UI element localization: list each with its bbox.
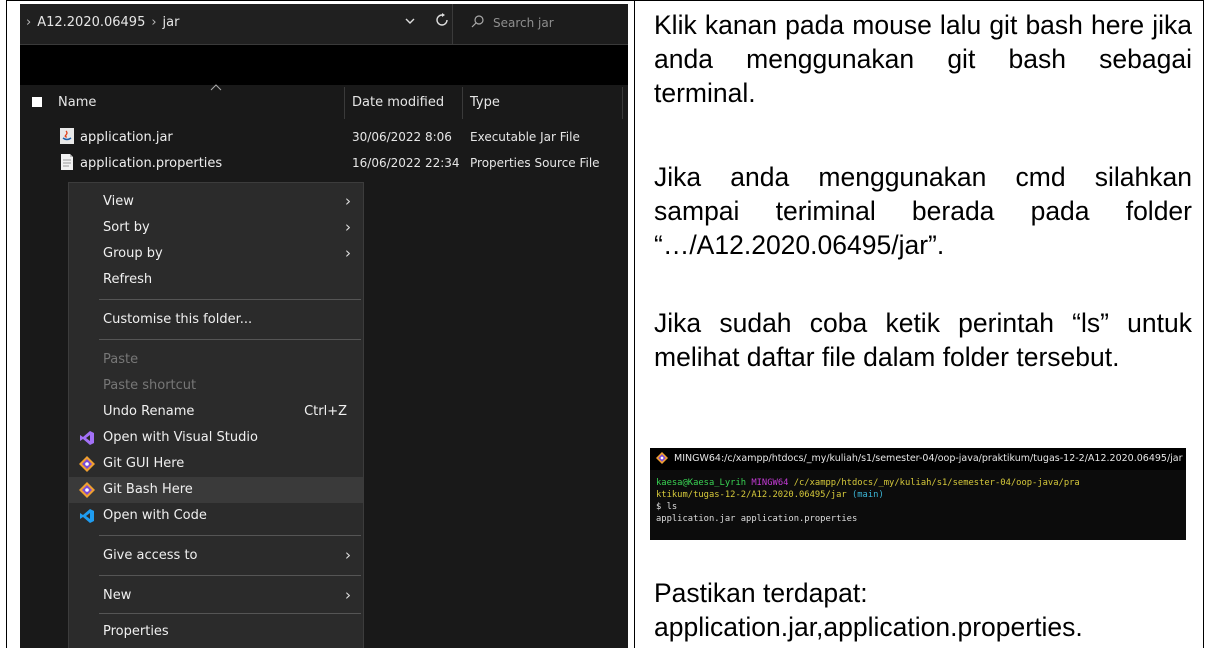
instruction-paragraph-3: Jika sudah coba ketik perintah “ls” untu… — [654, 308, 1192, 372]
column-header: Name Date modified Type — [20, 83, 628, 121]
menu-item-refresh[interactable]: Refresh — [69, 267, 363, 293]
breadcrumb-chevron-icon: › — [26, 15, 32, 30]
breadcrumb-folder[interactable]: A12.2020.06495 — [37, 15, 145, 30]
menu-item-view[interactable]: View › — [69, 189, 363, 215]
file-row[interactable]: application.jar — [60, 128, 173, 145]
file-date: 30/06/2022 8:06 — [352, 130, 452, 144]
chevron-right-icon: › — [345, 218, 351, 236]
terminal-prompt-line-2: ktikum/tugas-12-2/A12.2020.06495/jar (ma… — [656, 490, 884, 500]
chevron-right-icon: › — [345, 244, 351, 262]
terminal-env: MINGW64 — [751, 478, 789, 488]
menu-separator — [99, 535, 361, 536]
menu-item-git-gui[interactable]: Git GUI Here — [69, 451, 363, 477]
file-date: 16/06/2022 22:34 — [352, 156, 460, 170]
menu-item-open-visual-studio[interactable]: Open with Visual Studio — [69, 425, 363, 451]
column-divider[interactable] — [344, 87, 345, 119]
menu-item-new[interactable]: New › — [69, 583, 363, 609]
chevron-right-icon: › — [345, 192, 351, 210]
menu-separator — [99, 575, 361, 576]
file-name[interactable]: application.properties — [80, 156, 222, 171]
file-name[interactable]: application.jar — [80, 130, 173, 145]
column-name[interactable]: Name — [58, 95, 96, 110]
git-icon — [79, 456, 95, 472]
chevron-down-icon[interactable] — [404, 15, 416, 30]
menu-item-group-by[interactable]: Group by › — [69, 241, 363, 267]
chevron-right-icon: › — [345, 586, 351, 604]
terminal-path-cont: ktikum/tugas-12-2/A12.2020.06495/jar — [656, 490, 847, 500]
java-jar-icon — [60, 128, 74, 144]
menu-separator — [99, 613, 361, 614]
terminal-user: kaesa@Kaesa_Lyrih — [656, 478, 747, 488]
column-divider[interactable] — [622, 87, 623, 119]
table-divider — [634, 0, 635, 648]
explorer-screenshot: › A12.2020.06495 › jar Search jar Name Date… — [20, 4, 628, 648]
menu-item-paste-shortcut: Paste shortcut — [103, 378, 197, 393]
breadcrumb[interactable]: › A12.2020.06495 › jar — [26, 15, 179, 30]
visual-studio-icon — [79, 430, 95, 446]
table-border-top — [6, 0, 1204, 1]
menu-separator — [99, 299, 361, 300]
breadcrumb-separator-icon: › — [151, 15, 157, 30]
terminal-branch: (main) — [851, 490, 884, 500]
menu-item-open-with-code[interactable]: Open with Code — [69, 503, 363, 529]
search-placeholder: Search jar — [493, 16, 554, 30]
shortcut-label: Ctrl+Z — [304, 404, 347, 419]
context-menu: View › Sort by › Group by › Refresh Customi… — [68, 182, 364, 648]
instruction-paragraph-4-line2: application.jar,application.properties. — [654, 612, 1083, 642]
table-border-right — [1203, 0, 1204, 648]
terminal-titlebar: MINGW64:/c/xampp/htdocs/_my/kuliah/s1/se… — [650, 448, 1186, 470]
refresh-icon[interactable] — [434, 12, 450, 32]
terminal-title: MINGW64:/c/xampp/htdocs/_my/kuliah/s1/se… — [674, 453, 1183, 464]
git-bash-icon — [656, 452, 668, 464]
menu-item-git-bash[interactable]: Git Bash Here — [69, 477, 363, 503]
terminal-output: application.jar application.properties — [656, 514, 858, 524]
instruction-paragraph-4-line1: Pastikan terdapat: — [654, 578, 868, 608]
column-type[interactable]: Type — [470, 95, 500, 110]
file-type: Executable Jar File — [470, 130, 580, 144]
menu-item-undo-rename[interactable]: Undo Rename Ctrl+Z — [69, 399, 363, 425]
column-divider[interactable] — [462, 87, 463, 119]
toolbar-strip — [20, 45, 628, 85]
chevron-right-icon: › — [345, 546, 351, 564]
menu-item-properties[interactable]: Properties — [69, 619, 363, 645]
menu-separator — [99, 339, 361, 340]
column-date[interactable]: Date modified — [352, 95, 444, 110]
menu-item-give-access[interactable]: Give access to › — [69, 543, 363, 569]
file-type: Properties Source File — [470, 156, 600, 170]
address-bar: › A12.2020.06495 › jar Search jar — [20, 4, 628, 45]
instruction-paragraph-1: Klik kanan pada mouse lalu git bash here… — [654, 10, 1192, 108]
menu-item-customise[interactable]: Customise this folder... — [69, 307, 363, 333]
sort-caret-icon — [210, 83, 222, 94]
search-icon — [471, 14, 485, 32]
file-row[interactable]: application.properties — [60, 154, 222, 171]
menu-item-paste: Paste — [103, 352, 139, 367]
select-all-checkbox[interactable] — [32, 97, 42, 107]
terminal-prompt-line: kaesa@Kaesa_Lyrih MINGW64 /c/xampp/htdoc… — [656, 478, 1080, 488]
instruction-paragraph-2: Jika anda menggunakan cmd silahkan sampa… — [654, 162, 1192, 260]
terminal-path: /c/xampp/htdocs/_my/kuliah/s1/semester-0… — [793, 478, 1080, 488]
breadcrumb-current[interactable]: jar — [163, 15, 180, 30]
terminal-command: $ ls — [656, 502, 678, 512]
document-icon — [60, 154, 74, 170]
vscode-icon — [79, 508, 95, 524]
terminal-screenshot: MINGW64:/c/xampp/htdocs/_my/kuliah/s1/se… — [650, 448, 1186, 540]
git-bash-icon — [79, 482, 95, 498]
search-input[interactable]: Search jar — [452, 4, 628, 44]
table-border-left — [6, 0, 7, 648]
menu-item-sort-by[interactable]: Sort by › — [69, 215, 363, 241]
